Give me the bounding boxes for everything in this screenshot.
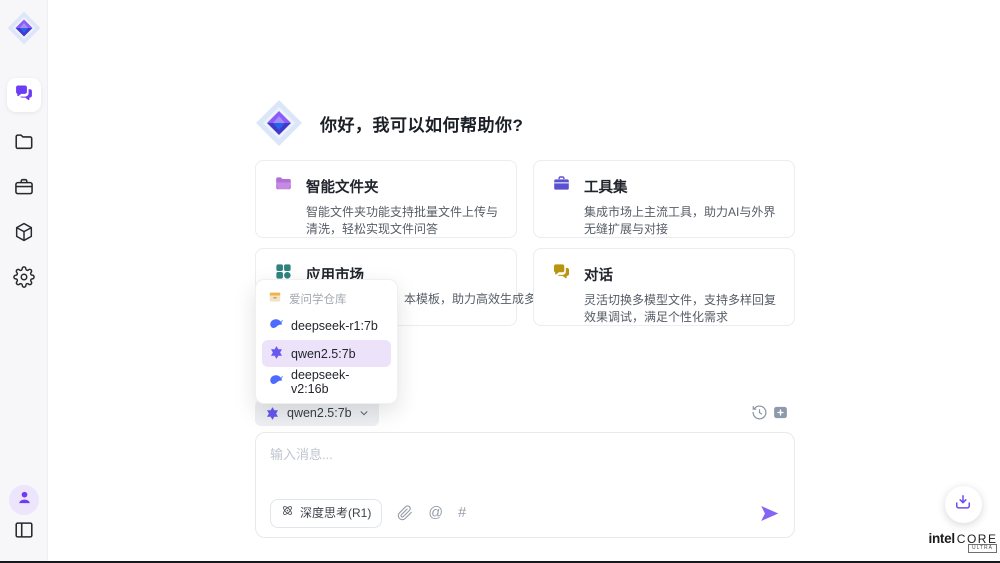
composer-toolbar: 深度思考(R1) @ # (270, 499, 780, 527)
deep-think-toggle[interactable]: 深度思考(R1) (270, 499, 382, 528)
gear-icon (13, 266, 35, 288)
deepseek-whale-icon (269, 373, 284, 391)
message-input[interactable] (270, 444, 780, 494)
ultra-badge: ultra (968, 544, 997, 553)
download-button[interactable] (945, 486, 982, 523)
sidebar-item-models[interactable] (13, 221, 35, 243)
intel-wordmark: intel (929, 531, 955, 546)
model-option-label: deepseek-v2:16b (291, 368, 384, 396)
app-logo-diamond-icon (7, 11, 41, 45)
selected-model-label: qwen2.5:7b (287, 406, 352, 420)
model-group-header: 爱问学仓库 (256, 286, 397, 311)
model-option-qwen[interactable]: qwen2.5:7b (262, 340, 391, 367)
new-chat-button[interactable] (772, 404, 789, 421)
intel-core-logo: intelcore ultra (927, 530, 999, 548)
cube-icon (13, 221, 35, 243)
chevron-down-icon (359, 408, 369, 418)
paperclip-icon[interactable] (397, 505, 413, 521)
card-description: 智能文件夹功能支持批量文件上传与清洗，轻松实现文件问答 (306, 204, 500, 238)
sidebar-item-account[interactable] (9, 485, 39, 515)
download-icon (953, 492, 973, 517)
hashtag-icon[interactable]: # (458, 505, 466, 521)
card-title: 工具集 (584, 176, 628, 197)
message-composer: 深度思考(R1) @ # (255, 432, 795, 538)
atom-icon (281, 504, 294, 522)
card-title: 对话 (584, 264, 613, 285)
app-logo-diamond-icon (255, 99, 303, 147)
send-icon (759, 503, 780, 524)
app-window: 你好，我可以如何帮助你? 智能文件夹 智能文件夹功能支持批量文件上传与清洗，轻松… (0, 0, 1000, 563)
briefcase-icon (13, 176, 35, 198)
briefcase-indigo-icon (552, 174, 571, 198)
corner-widgets: intelcore ultra (927, 486, 999, 548)
sidebar-item-settings[interactable] (13, 266, 35, 288)
model-option-label: qwen2.5:7b (291, 347, 356, 361)
chat-yellow-icon (552, 262, 571, 286)
folder-icon (13, 131, 35, 153)
sidebar-collapse-button[interactable] (13, 519, 35, 541)
card-title: 智能文件夹 (306, 176, 379, 197)
model-option-deepseek-r1[interactable]: deepseek-r1:7b (262, 312, 391, 339)
model-option-label: deepseek-r1:7b (291, 319, 378, 333)
card-smart-folders[interactable]: 智能文件夹 智能文件夹功能支持批量文件上传与清洗，轻松实现文件问答 (255, 160, 517, 238)
panel-icon (13, 519, 35, 541)
chat-icon (14, 83, 34, 108)
model-group-label: 爱问学仓库 (289, 291, 347, 307)
archive-box-icon (268, 290, 282, 307)
history-icon (751, 408, 768, 425)
user-icon (16, 489, 33, 511)
mention-icon[interactable]: @ (428, 505, 443, 521)
card-description: 集成市场上主流工具，助力AI与外界无缝扩展与对接 (584, 204, 778, 238)
send-button[interactable] (759, 503, 780, 524)
page-title: 你好，我可以如何帮助你? (320, 111, 523, 136)
card-description: 灵活切换多模型文件，支持多样回复效果调试，满足个性化需求 (584, 292, 778, 326)
deepseek-whale-icon (269, 317, 284, 335)
greeting: 你好，我可以如何帮助你? (255, 97, 523, 149)
history-button[interactable] (751, 404, 768, 421)
sidebar-item-toolset[interactable] (13, 176, 35, 198)
card-dialog[interactable]: 对话 灵活切换多模型文件，支持多样回复效果调试，满足个性化需求 (533, 248, 795, 326)
card-toolset[interactable]: 工具集 集成市场上主流工具，助力AI与外界无缝扩展与对接 (533, 160, 795, 238)
qwen-icon (269, 345, 284, 363)
folder-purple-icon (274, 174, 293, 198)
card-description-visible-fragment: 本模板，助力高效生成多 (404, 290, 536, 307)
model-option-deepseek-v2[interactable]: deepseek-v2:16b (262, 368, 391, 395)
qwen-icon (265, 406, 280, 421)
new-chat-icon (772, 408, 789, 425)
sidebar-item-folders[interactable] (13, 131, 35, 153)
sidebar-item-chat[interactable] (7, 78, 41, 112)
model-dropdown: 爱问学仓库 deepseek-r1:7b qwen2.5:7b deepseek… (255, 279, 398, 404)
deep-think-label: 深度思考(R1) (300, 504, 371, 521)
sidebar (0, 0, 48, 563)
